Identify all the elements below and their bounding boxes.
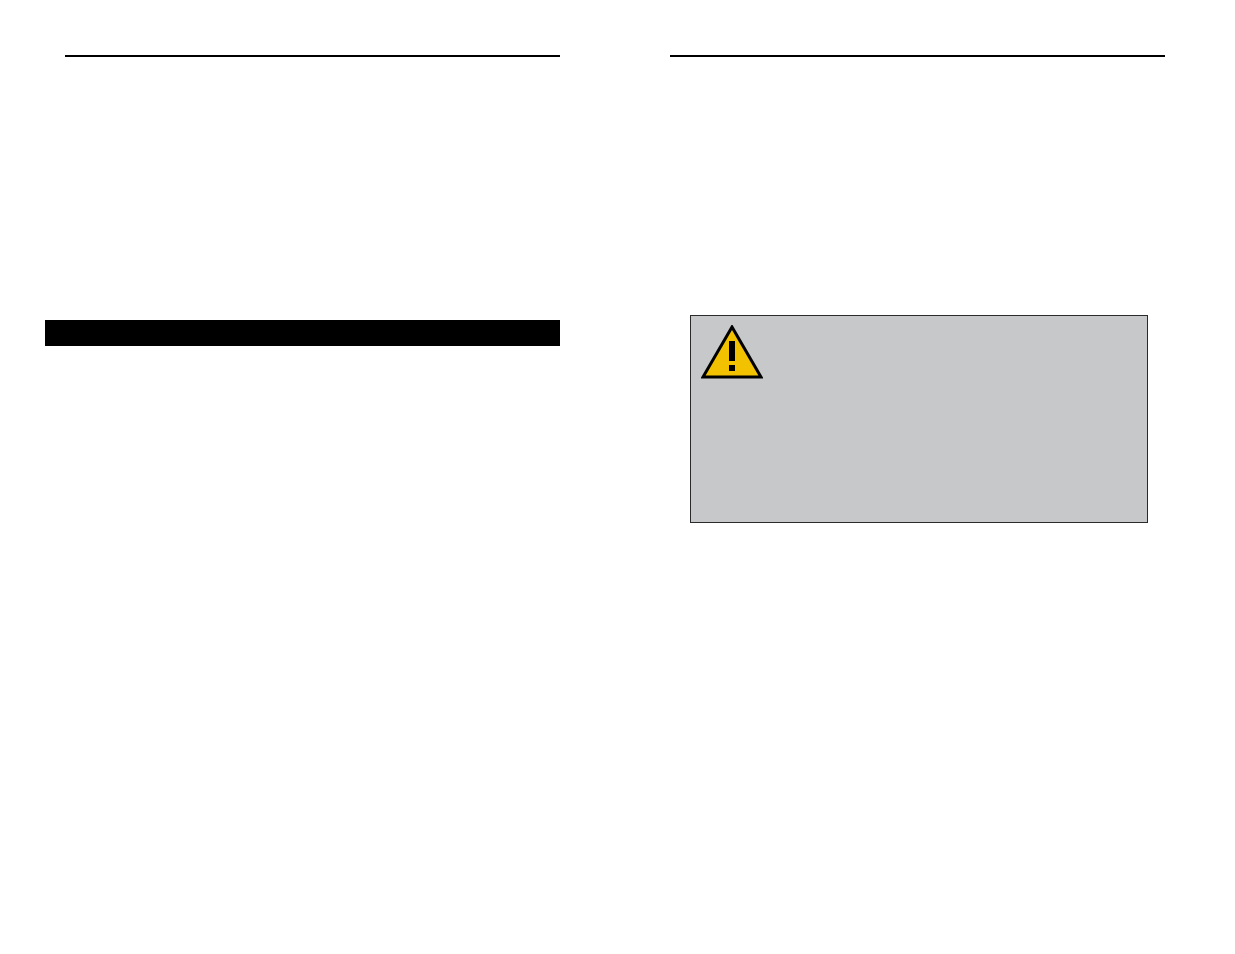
left-column bbox=[45, 55, 560, 350]
page bbox=[0, 0, 1235, 954]
caution-box bbox=[690, 315, 1148, 523]
left-spacer bbox=[45, 65, 560, 310]
right-horizontal-rule bbox=[670, 55, 1165, 57]
right-column bbox=[670, 55, 1185, 65]
left-horizontal-rule bbox=[65, 55, 560, 57]
section-black-bar bbox=[45, 320, 560, 346]
warning-triangle-icon bbox=[701, 325, 763, 379]
caution-header bbox=[701, 324, 1137, 380]
